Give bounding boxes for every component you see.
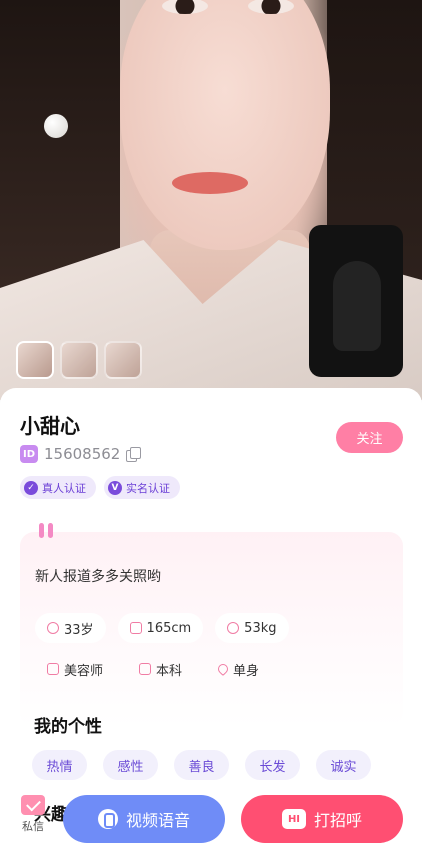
- detail-relationship: 单身: [206, 654, 271, 684]
- trait-tag: 诚实: [316, 750, 371, 780]
- trait-tag: 感性: [103, 750, 158, 780]
- detail-label: 165cm: [146, 620, 192, 636]
- video-call-label: 视频语音: [125, 811, 190, 830]
- profile-photo[interactable]: [0, 0, 422, 400]
- follow-button[interactable]: 关注: [336, 422, 403, 453]
- intro-text: 新人报道多多关照哟: [35, 569, 161, 585]
- private-message-button[interactable]: 私信: [18, 795, 48, 834]
- video-preview-silhouette: [333, 261, 381, 351]
- verify-tag-label: 真人认证: [42, 481, 86, 495]
- trait-tag: 善良: [174, 750, 229, 780]
- details-row: 33岁 165cm 53kg: [35, 613, 289, 643]
- photo-thumbnail[interactable]: [16, 341, 54, 379]
- education-icon: [139, 663, 152, 675]
- detail-education: 本科: [127, 654, 194, 684]
- detail-label: 美容师: [64, 663, 104, 679]
- detail-label: 53kg: [244, 620, 277, 636]
- phone-icon: [97, 809, 118, 829]
- details-row: 美容师 本科 单身: [35, 654, 271, 684]
- personality-title: 我的个性: [34, 717, 102, 737]
- detail-job: 美容师: [35, 654, 115, 684]
- hi-icon: HI: [281, 809, 306, 829]
- job-icon: [47, 663, 59, 675]
- message-icon: [21, 795, 45, 815]
- photo-face: [120, 0, 330, 250]
- trait-tag: 长发: [245, 750, 300, 780]
- photo-eye-right: [248, 0, 294, 14]
- shield-icon: ✓: [24, 480, 38, 495]
- verify-tag-real-person: ✓ 真人认证: [20, 476, 96, 499]
- photo-eye-left: [162, 0, 208, 14]
- photo-earring: [44, 114, 68, 138]
- greet-label: 打招呼: [313, 811, 362, 830]
- trait-tag: 热情: [32, 750, 87, 780]
- detail-height: 165cm: [117, 613, 204, 643]
- photo-lips: [172, 172, 248, 194]
- v-badge-icon: V: [108, 480, 122, 495]
- photo-thumbnail[interactable]: [104, 341, 142, 379]
- detail-label: 本科: [156, 663, 183, 679]
- verification-tags: ✓ 真人认证 V 实名认证: [20, 476, 180, 499]
- profile-card: 小甜心 ID 15608562 关注 ✓ 真人认证 V 实名认证 新人报道多多关…: [0, 388, 422, 847]
- user-id: 15608562: [44, 445, 121, 463]
- verify-tag-label: 实名认证: [126, 481, 170, 495]
- detail-weight: 53kg: [215, 613, 289, 643]
- copy-icon[interactable]: [126, 447, 142, 462]
- heart-icon: [215, 661, 231, 677]
- age-icon: [47, 622, 59, 634]
- video-preview[interactable]: [309, 225, 403, 377]
- intro-panel: 新人报道多多关照哟 33岁 165cm 53kg 美容师 本科 单身: [20, 523, 403, 727]
- profile-name: 小甜心: [20, 414, 80, 438]
- video-call-button[interactable]: 视频语音: [63, 795, 225, 843]
- id-badge-icon: ID: [20, 445, 38, 463]
- greet-button[interactable]: HI 打招呼: [241, 795, 403, 843]
- photo-thumbnails: [16, 341, 142, 379]
- height-icon: [129, 622, 142, 634]
- weight-icon: [227, 622, 240, 634]
- detail-label: 单身: [233, 663, 260, 679]
- id-row: ID 15608562: [20, 445, 142, 463]
- verify-tag-real-name: V 实名认证: [104, 476, 180, 499]
- quote-icon: [39, 523, 53, 538]
- detail-age: 33岁: [35, 613, 106, 643]
- photo-thumbnail[interactable]: [60, 341, 98, 379]
- personality-traits: 热情 感性 善良 长发 诚实: [32, 750, 371, 780]
- detail-label: 33岁: [64, 622, 94, 638]
- private-message-label: 私信: [22, 820, 44, 833]
